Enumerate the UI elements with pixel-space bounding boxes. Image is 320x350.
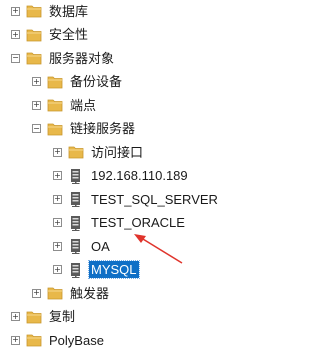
tree-item[interactable]: + 数据库	[11, 1, 90, 21]
tree-item[interactable]: +192.168.110.189	[53, 166, 190, 186]
expand-toggle-icon[interactable]: +	[11, 312, 20, 321]
tree-item[interactable]: + PolyBase	[11, 330, 106, 350]
tree-item[interactable]: − 服务器对象	[11, 48, 116, 68]
expand-toggle-icon[interactable]: +	[53, 241, 62, 251]
expand-toggle-icon[interactable]: +	[53, 218, 62, 227]
tree-item[interactable]: + 复制	[11, 307, 77, 327]
expand-toggle-icon[interactable]: +	[32, 100, 41, 110]
tree-item[interactable]: + MYSQL	[53, 260, 140, 280]
expand-toggle-icon[interactable]: +	[53, 147, 62, 157]
linked-server-icon	[68, 238, 84, 254]
tree-item-label: TEST_ORACLE	[91, 215, 185, 230]
tree-item[interactable]: + 安全性	[11, 25, 90, 45]
folder-icon	[47, 74, 63, 90]
folder-icon	[47, 97, 63, 113]
collapse-toggle-icon[interactable]: −	[32, 124, 41, 133]
tree-item[interactable]: + TEST_ORACLE	[53, 213, 187, 233]
folder-icon	[68, 144, 84, 160]
folder-icon	[26, 309, 42, 325]
folder-icon	[26, 27, 42, 43]
tree-item-label: 备份设备	[70, 74, 123, 89]
folder-icon	[26, 332, 42, 348]
tree-item-label: 复制	[49, 309, 76, 324]
linked-server-icon	[68, 168, 84, 184]
tree-item-label: 192.168.110.189	[91, 168, 188, 183]
expand-toggle-icon[interactable]: +	[53, 171, 62, 180]
tree-item[interactable]: + OA	[53, 236, 112, 256]
folder-icon	[26, 3, 42, 19]
tree-item[interactable]: + 备份设备	[32, 72, 124, 92]
expand-toggle-icon[interactable]: +	[53, 194, 62, 204]
linked-server-icon	[68, 215, 84, 231]
tree-item-label: 数据库	[49, 3, 89, 19]
tree-item-label: 访问接口	[91, 144, 144, 160]
tree-item-label: 链接服务器	[70, 121, 136, 136]
tree-item[interactable]: + TEST_SQL_SERVER	[53, 189, 220, 209]
tree-item[interactable]: + 触发器	[32, 283, 111, 303]
folder-icon	[47, 285, 63, 301]
collapse-toggle-icon[interactable]: −	[11, 53, 20, 63]
tree-item[interactable]: − 链接服务器	[32, 119, 137, 139]
linked-server-icon	[68, 262, 84, 278]
expand-toggle-icon[interactable]: +	[11, 30, 20, 39]
folder-icon	[47, 121, 63, 137]
tree-item-label: MYSQL	[88, 260, 140, 279]
tree-item-label: 安全性	[49, 27, 89, 42]
tree-item-label: TEST_SQL_SERVER	[91, 191, 218, 207]
expand-toggle-icon[interactable]: +	[53, 265, 62, 274]
tree-item-label: 服务器对象	[49, 50, 115, 66]
linked-server-icon	[68, 191, 84, 207]
tree-item-label: PolyBase	[49, 332, 104, 348]
tree-item-label: OA	[91, 238, 110, 254]
folder-icon	[26, 50, 42, 66]
tree-item[interactable]: + 端点	[32, 95, 98, 115]
expand-toggle-icon[interactable]: +	[11, 6, 20, 16]
expand-toggle-icon[interactable]: +	[32, 288, 41, 298]
tree-item[interactable]: + 访问接口	[53, 142, 145, 162]
tree-item-label: 端点	[70, 97, 97, 113]
object-explorer-tree: + 数据库 + 安全性 − 服务器对象 + 备份设备 + 端点 − 链接服务器 + 访问接口 +192.16…	[0, 0, 284, 348]
tree-item-label: 触发器	[70, 285, 110, 301]
expand-toggle-icon[interactable]: +	[32, 77, 41, 86]
expand-toggle-icon[interactable]: +	[11, 335, 20, 345]
